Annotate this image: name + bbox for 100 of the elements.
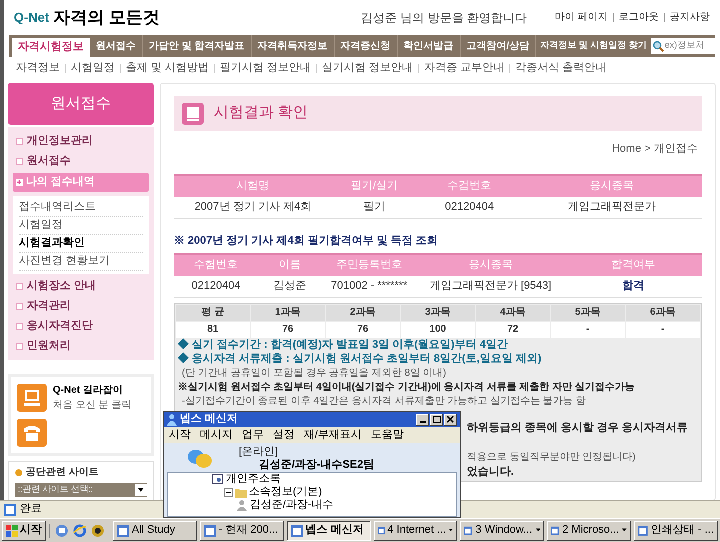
minus-box-icon[interactable]	[224, 488, 233, 497]
column-header: 필기/실기	[332, 174, 417, 196]
sidebar-item[interactable]: 개인정보관리	[13, 131, 149, 151]
submenu-item[interactable]: 접수내역리스트	[19, 199, 143, 217]
window-title: 넵스 메신저	[180, 412, 238, 428]
sub-nav-link[interactable]: 실기시험 정보안내	[322, 60, 414, 76]
nav-tab[interactable]: 확인서발급	[398, 35, 461, 57]
folder-icon	[235, 487, 247, 498]
taskbar-button[interactable]: All Study	[113, 520, 197, 540]
table-cell: 김성준	[258, 276, 322, 298]
sidebar-title: 원서접수	[8, 83, 154, 125]
header-link[interactable]: 마이 페이지	[555, 10, 608, 25]
minimize-button[interactable]	[416, 414, 429, 426]
start-button[interactable]: 시작	[2, 520, 46, 540]
nav-tab[interactable]: 고객참여/상담	[460, 35, 536, 57]
menu-item[interactable]: 메시지	[200, 426, 233, 444]
window-icon	[290, 524, 303, 536]
bullet-icon	[15, 468, 23, 476]
score-cell: -	[626, 322, 700, 338]
header-link[interactable]: 공지사항	[670, 10, 710, 25]
person-icon	[167, 414, 177, 426]
sidebar-item[interactable]: 원서접수	[13, 151, 149, 171]
breadcrumb: Home > 개인접수	[612, 142, 698, 157]
window-icon	[464, 524, 473, 536]
score-cell: 72	[476, 322, 550, 338]
table-cell: 게임그래픽전문가	[522, 196, 702, 218]
menu-item[interactable]: 도움말	[371, 426, 404, 444]
bullet-icon	[16, 302, 23, 310]
search-field[interactable]: ex)정보처	[650, 38, 715, 54]
menu-item[interactable]: 업무	[242, 426, 264, 444]
sub-nav-link[interactable]: 각종서식 출력안내	[515, 60, 606, 76]
taskbar-button[interactable]: 4 Internet ...	[374, 520, 458, 540]
taskbar-button[interactable]: 넵스 메신저	[286, 520, 371, 540]
close-button[interactable]	[444, 414, 457, 426]
header-link[interactable]: 로그아웃	[619, 10, 659, 25]
column-header: 수험번호	[174, 254, 258, 276]
window-icon	[378, 524, 385, 536]
table-cell: 합격	[564, 276, 702, 298]
sidebar-item[interactable]: 민원처리	[13, 336, 149, 356]
person-icon	[236, 500, 248, 511]
score-header: 2과목	[326, 305, 400, 321]
sub-nav-link[interactable]: 시험일정	[71, 60, 115, 76]
bullet-icon	[16, 322, 23, 330]
taskbar-button[interactable]: 인쇄상태 - ...	[634, 520, 718, 540]
window-icon	[117, 524, 129, 536]
nav-tab[interactable]: 원서접수	[90, 35, 143, 57]
computer-icon	[17, 384, 47, 412]
sub-nav-link[interactable]: 필기시험 정보안내	[220, 60, 312, 76]
telephone-icon	[17, 419, 47, 447]
column-header: 수검번호	[416, 174, 522, 196]
submenu-item[interactable]: 사진변경 현황보기	[19, 253, 143, 271]
table-cell: 701002 - *******	[322, 276, 417, 298]
score-cell: 76	[251, 322, 325, 338]
desktop-icon[interactable]	[55, 524, 69, 538]
column-header: 이름	[258, 254, 322, 276]
nav-tab[interactable]: 자격증신청	[334, 35, 398, 57]
status-text: 완료	[20, 502, 42, 518]
maximize-button[interactable]	[430, 414, 443, 426]
score-header: 4과목	[476, 305, 550, 321]
column-header: 주민등록번호	[322, 254, 417, 276]
score-cell: 100	[401, 322, 475, 338]
note-text: ◆ 실기 접수기간 : 합격(예정)자 발표일 3일 이후(월요일)부터 4일간	[177, 338, 509, 352]
tree-item[interactable]: 김성준/과장-내수	[250, 499, 334, 512]
section-heading: ※ 2007년 정기 기사 제4회 필기합격여부 및 득점 조회	[174, 234, 440, 249]
taskbar-button[interactable]: 2 Microso...	[547, 520, 632, 540]
menu-item[interactable]: 시작	[169, 426, 191, 444]
table-cell: 2007년 정기 기사 제4회	[174, 196, 332, 218]
search-label: 자격정보 및 시험일정 찾기	[539, 39, 648, 52]
site-title: 자격의 모든것	[53, 6, 160, 29]
guide-link[interactable]: Q-Net 길라잡이	[53, 383, 132, 398]
sidebar-item[interactable]: 응시자격진단	[13, 316, 149, 336]
submenu-item[interactable]: 시험결과확인	[19, 235, 143, 253]
sidebar-item[interactable]: 시험장소 안내	[13, 276, 149, 296]
nav-tab[interactable]: 자격취득자정보	[252, 35, 335, 57]
tree-item[interactable]: 소속정보(기본)	[249, 486, 322, 499]
table-cell: 필기	[332, 196, 417, 218]
tree-item[interactable]: 개인주소록	[226, 473, 281, 486]
score-cell: 76	[326, 322, 400, 338]
score-header: 3과목	[401, 305, 475, 321]
window-icon	[204, 524, 216, 536]
sidebar-item[interactable]: 자격관리	[13, 296, 149, 316]
sub-nav-link[interactable]: 자격정보	[16, 60, 60, 76]
submenu-item[interactable]: 시험일정	[19, 217, 143, 235]
taskbar-button[interactable]: - 현재 200...	[200, 520, 284, 540]
taskbar-button[interactable]: 3 Window...	[460, 520, 544, 540]
menu-item[interactable]: 재/부재표시	[304, 426, 362, 444]
table-cell: 02120404	[416, 196, 522, 218]
close-icon	[447, 416, 454, 423]
sub-nav-link[interactable]: 자격증 교부안내	[424, 60, 504, 76]
nav-tab[interactable]: 자격시험정보	[12, 38, 90, 57]
bullet-icon	[16, 342, 23, 350]
nav-tab[interactable]: 가답안 및 합격자발표	[143, 35, 252, 57]
menu-item[interactable]: 설정	[273, 426, 295, 444]
score-header: 평 균	[176, 305, 250, 321]
table-cell: 게임그래픽전문가 [9543]	[416, 276, 565, 298]
score-cell: -	[551, 322, 625, 338]
score-header: 6과목	[626, 305, 700, 321]
sub-nav-link[interactable]: 출제 및 시험방법	[126, 60, 210, 76]
caret-icon	[449, 528, 454, 533]
note-text: ◆ 응시자격 서류제출 : 실기시험 원서접수 초일부터 8일간(토,일요일 제외)	[177, 352, 543, 366]
